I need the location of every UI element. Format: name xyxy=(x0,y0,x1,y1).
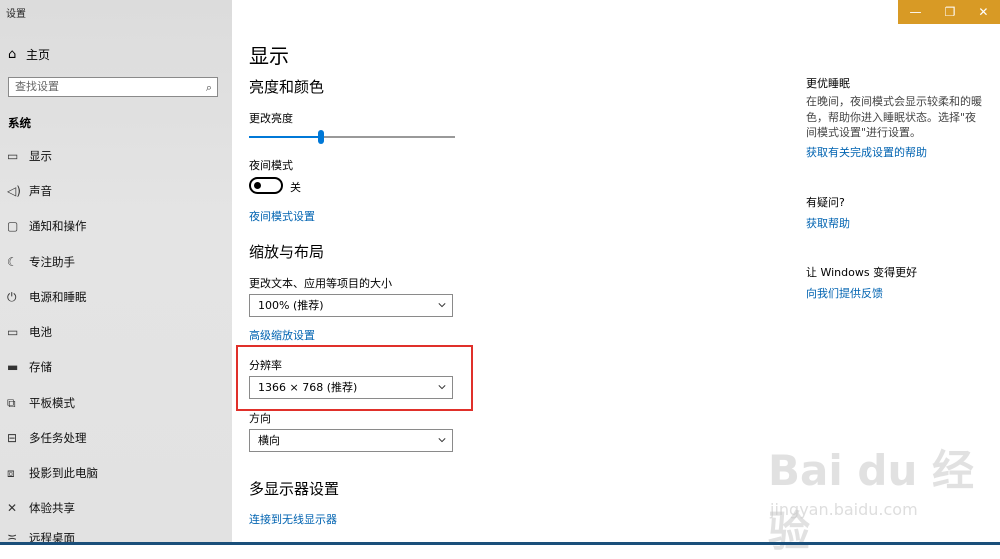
text-size-dropdown[interactable]: 100% (推荐) xyxy=(249,294,453,317)
project-icon: ⧈ xyxy=(7,465,15,480)
sidebar-item-project[interactable]: ⧈ 投影到此电脑 xyxy=(0,461,232,485)
window-controls: — ❐ ✕ xyxy=(898,0,1000,24)
sleep-text: 在晚间，夜间模式会显示较柔和的暖色，帮助你进入睡眠状态。选择"夜间模式设置"进行… xyxy=(806,95,982,139)
watermark-logo: Bai du 经验 xyxy=(768,446,974,556)
home-icon: ⌂ xyxy=(8,46,17,62)
storage-icon: ▬ xyxy=(7,360,19,374)
multi-display-heading: 多显示器设置 xyxy=(249,480,340,498)
restore-icon[interactable]: ❐ xyxy=(945,5,956,19)
slider-fill xyxy=(249,136,321,138)
text-size-value: 100% (推荐) xyxy=(258,299,324,312)
sidebar-item-storage[interactable]: ▬ 存储 xyxy=(0,355,232,379)
orientation-value: 横向 xyxy=(258,434,280,447)
sidebar-item-power[interactable]: ⏻ 电源和睡眠 xyxy=(0,285,232,309)
wireless-display-link[interactable]: 连接到无线显示器 xyxy=(249,511,337,527)
sidebar-item-label: 专注助手 xyxy=(29,255,75,269)
chevron-down-icon xyxy=(438,438,446,443)
sidebar-item-tablet[interactable]: ⧉ 平板模式 xyxy=(0,391,232,415)
night-light-settings-link[interactable]: 夜间模式设置 xyxy=(249,208,315,224)
brightness-label: 更改亮度 xyxy=(249,112,293,125)
sidebar-item-display[interactable]: ▭ 显示 xyxy=(0,144,232,168)
night-light-toggle[interactable] xyxy=(249,177,283,194)
watermark-url: jingyan.baidu.com xyxy=(770,500,918,519)
advanced-scaling-link[interactable]: 高级缩放设置 xyxy=(249,327,315,343)
sidebar-item-label: 电池 xyxy=(29,325,52,339)
speaker-icon: ◁) xyxy=(7,184,21,198)
sidebar-item-multitask[interactable]: ⊟ 多任务处理 xyxy=(0,426,232,450)
notification-icon: ▢ xyxy=(7,219,19,233)
home-label: 主页 xyxy=(26,47,51,62)
sidebar-item-share[interactable]: ✕ 体验共享 xyxy=(0,496,232,520)
share-icon: ✕ xyxy=(7,501,18,515)
sidebar-item-label: 体验共享 xyxy=(29,501,75,515)
improve-heading: 让 Windows 变得更好 xyxy=(806,266,918,279)
slider-track xyxy=(321,136,455,138)
page-title: 显示 xyxy=(249,44,289,68)
scale-heading: 缩放与布局 xyxy=(249,243,325,261)
sidebar-item-battery[interactable]: ▭ 电池 xyxy=(0,320,232,344)
search-placeholder: 查找设置 xyxy=(15,80,59,93)
orientation-dropdown[interactable]: 横向 xyxy=(249,429,453,452)
orientation-label: 方向 xyxy=(249,412,271,425)
sidebar-item-focus[interactable]: ☾ 专注助手 xyxy=(0,250,232,274)
get-help-link[interactable]: 获取帮助 xyxy=(806,215,850,231)
night-light-label: 夜间模式 xyxy=(249,159,293,172)
brightness-heading: 亮度和颜色 xyxy=(249,78,325,96)
tablet-icon: ⧉ xyxy=(7,395,16,410)
toggle-knob xyxy=(254,182,261,189)
sidebar-item-sound[interactable]: ◁) 声音 xyxy=(0,179,232,203)
sidebar-item-label: 平板模式 xyxy=(29,396,75,410)
sidebar-item-label: 电源和睡眠 xyxy=(29,290,87,304)
sleep-help-link[interactable]: 获取有关完成设置的帮助 xyxy=(806,144,927,160)
sidebar-item-label: 通知和操作 xyxy=(29,219,87,233)
search-input[interactable]: 查找设置 ⌕ xyxy=(8,77,218,97)
resolution-highlight-box xyxy=(236,345,473,411)
brightness-slider[interactable] xyxy=(249,130,455,144)
multitask-icon: ⊟ xyxy=(7,431,18,445)
monitor-icon: ▭ xyxy=(7,149,19,163)
section-title: 系统 xyxy=(8,116,31,130)
sidebar-item-label: 投影到此电脑 xyxy=(29,466,98,480)
sidebar-item-notifications[interactable]: ▢ 通知和操作 xyxy=(0,214,232,238)
sidebar-item-label: 声音 xyxy=(29,184,52,198)
sidebar-item-label: 显示 xyxy=(29,149,52,163)
sidebar: 设置 ⌂ 主页 查找设置 ⌕ 系统 ▭ 显示 ◁) 声音 ▢ 通知和操作 ☾ 专… xyxy=(0,0,232,545)
text-size-label: 更改文本、应用等项目的大小 xyxy=(249,277,392,290)
sleep-heading: 更优睡眠 xyxy=(806,77,850,90)
app-title: 设置 xyxy=(6,9,26,20)
battery-icon: ▭ xyxy=(7,325,19,339)
sidebar-item-label: 存储 xyxy=(29,360,52,374)
power-icon: ⏻ xyxy=(7,289,17,304)
feedback-link[interactable]: 向我们提供反馈 xyxy=(806,285,883,301)
minimize-icon[interactable]: — xyxy=(910,5,922,19)
question-heading: 有疑问? xyxy=(806,196,845,209)
close-icon[interactable]: ✕ xyxy=(978,5,988,19)
moon-icon: ☾ xyxy=(7,255,18,269)
slider-thumb[interactable] xyxy=(318,130,324,144)
sidebar-item-label: 多任务处理 xyxy=(29,431,87,445)
chevron-down-icon xyxy=(438,303,446,308)
search-icon: ⌕ xyxy=(205,81,212,94)
night-light-state: 关 xyxy=(290,181,301,194)
home-button[interactable]: ⌂ 主页 xyxy=(8,45,50,63)
